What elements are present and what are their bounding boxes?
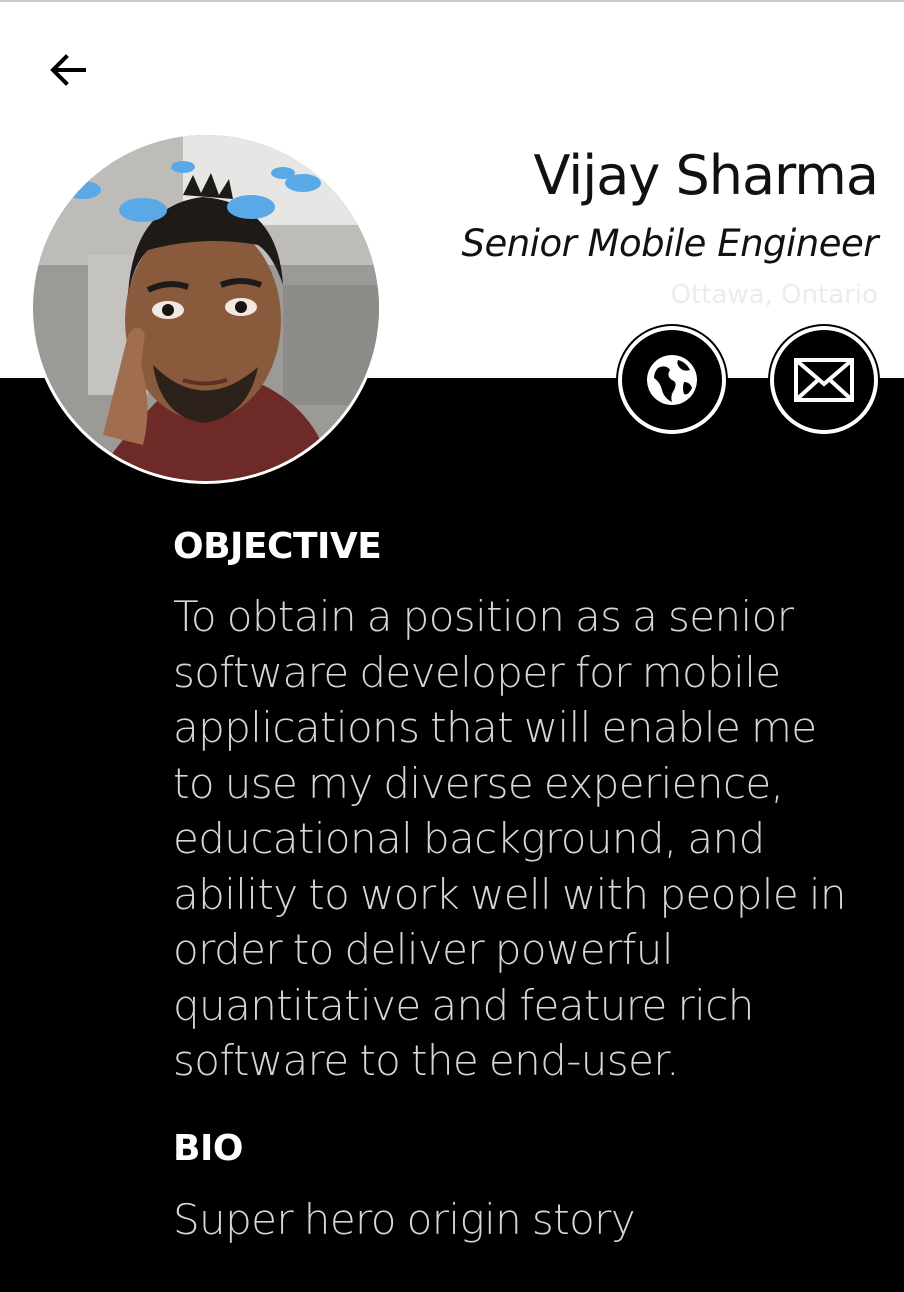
profile-name: Vijay Sharma [533, 144, 879, 207]
profile-screen: Vijay Sharma Senior Mobile Engineer Otta… [0, 0, 904, 1292]
bio-heading: BIO [173, 1128, 243, 1169]
objective-heading: OBJECTIVE [173, 526, 382, 567]
avatar-photo [33, 135, 379, 481]
objective-text: To obtain a position as a senior softwar… [173, 592, 847, 1085]
envelope-icon [794, 358, 854, 402]
bio-text: Super hero origin story [173, 1195, 636, 1244]
globe-icon [647, 355, 697, 405]
profile-location: Ottawa, Ontario [670, 280, 878, 310]
avatar [30, 132, 382, 484]
website-button[interactable] [618, 326, 726, 434]
arrow-left-icon [50, 54, 86, 86]
email-button[interactable] [770, 326, 878, 434]
back-button[interactable] [38, 40, 98, 100]
profile-job-title: Senior Mobile Engineer [461, 222, 878, 265]
